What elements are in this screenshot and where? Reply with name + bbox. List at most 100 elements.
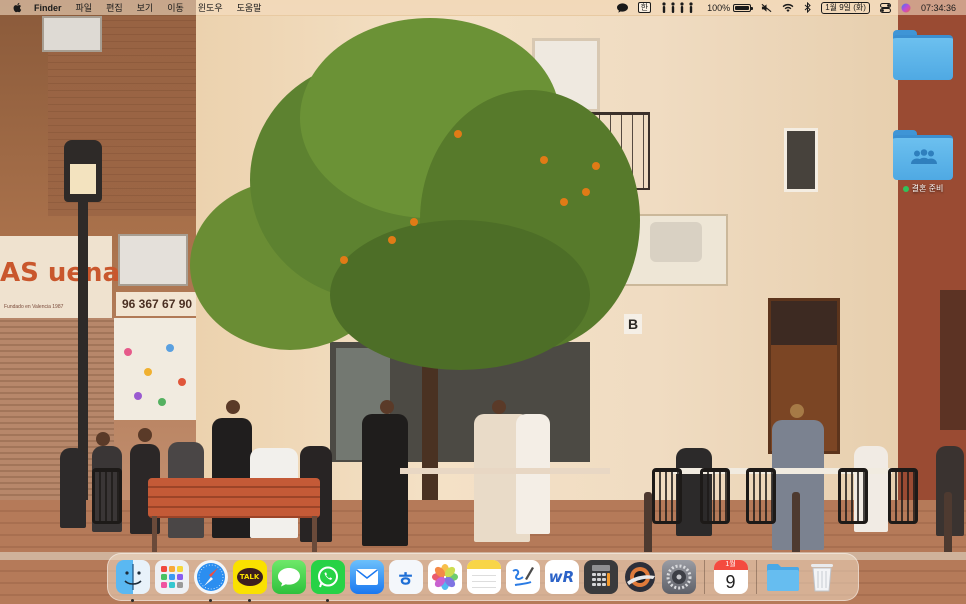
dock-app-messages[interactable] [271, 560, 306, 594]
dock-trash[interactable] [805, 560, 839, 594]
dock-app-notes[interactable] [466, 560, 501, 594]
dock-app-freeform[interactable] [505, 560, 540, 594]
people-status-icon[interactable] [661, 0, 697, 15]
finder-icon [115, 560, 150, 594]
clock-time[interactable]: 07:34:36 [921, 0, 956, 15]
mail-icon [349, 560, 384, 594]
menu-file[interactable]: 파일 [76, 1, 93, 14]
chat-bubble-icon[interactable] [616, 0, 628, 15]
messages-icon [271, 560, 306, 594]
dock-app-calendar[interactable]: 1월 9 [713, 560, 748, 594]
siri-icon[interactable] [901, 0, 911, 15]
wr-label: wR [548, 568, 575, 586]
whatsapp-icon [310, 560, 345, 594]
calendar-month: 1월 [713, 560, 748, 570]
downloads-folder-icon [766, 560, 800, 594]
wallpaper-air-conditioner [118, 234, 188, 286]
wallpaper-person [362, 414, 408, 546]
image-capture-icon [623, 560, 657, 594]
dock-downloads-folder[interactable] [766, 560, 800, 594]
calculator-icon [583, 560, 618, 594]
control-center-icon[interactable] [879, 0, 891, 15]
running-indicator [325, 599, 329, 602]
wallpaper-orange [454, 130, 462, 138]
menu-bar-left: Finder 파일 편집 보기 이동 윈도우 도움말 [0, 0, 275, 15]
desktop-folder-wedding-prep[interactable]: 결혼 준비 [892, 130, 954, 194]
safari-icon [193, 560, 228, 594]
wallpaper-person [60, 448, 86, 528]
shared-folder-icon [893, 130, 953, 180]
photos-icon [427, 560, 462, 594]
menu-view[interactable]: 보기 [137, 1, 154, 14]
wallpaper-bollard [792, 492, 800, 552]
launchpad-icon [154, 560, 189, 594]
hancom-label: ㅎ [396, 566, 415, 591]
dock-app-wr[interactable]: wR [544, 560, 579, 594]
wallpaper-sign-text: AS uena [0, 258, 121, 288]
dock-separator [704, 560, 705, 594]
freeform-icon [505, 560, 540, 594]
date-label: 1월 9일 (화) [821, 1, 870, 14]
desktop-folder-label: 결혼 준비 [902, 183, 944, 194]
menu-go[interactable]: 이동 [167, 1, 184, 14]
apple-logo-icon[interactable] [12, 2, 22, 13]
running-indicator [247, 599, 251, 602]
menu-bar-status: 한 100% 1월 9일 (화) 07:34:36 [616, 0, 956, 15]
menu-help[interactable]: 도움말 [237, 1, 262, 14]
menu-app-name[interactable]: Finder [34, 3, 62, 13]
menu-edit[interactable]: 편집 [106, 1, 123, 14]
dock-app-kakaotalk[interactable]: TALK [232, 560, 267, 602]
battery-status[interactable]: 100% [707, 0, 754, 15]
dock-app-calculator[interactable] [583, 560, 618, 594]
wallpaper-bollard [644, 492, 652, 552]
running-indicator [208, 599, 212, 602]
wallpaper-right-door [940, 290, 966, 430]
kakaotalk-icon: TALK [232, 560, 267, 594]
people-icon [911, 149, 937, 164]
menu-bar: Finder 파일 편집 보기 이동 윈도우 도움말 한 100% 1월 9일 … [0, 0, 966, 15]
mute-icon[interactable] [761, 0, 772, 15]
dock-app-system-settings[interactable] [661, 560, 696, 594]
wallpaper-chair [700, 468, 730, 524]
wallpaper-orange [560, 198, 568, 206]
dock-app-image-capture[interactable] [623, 560, 657, 594]
wallpaper-orange [582, 188, 590, 196]
wallpaper-sign-subtext: Fundado en Valencia 1987 [4, 304, 64, 310]
wallpaper-person [516, 414, 550, 534]
wallpaper-door-window [771, 301, 837, 345]
folder-name: 결혼 준비 [911, 184, 944, 193]
trash-icon [805, 560, 839, 594]
wallpaper-phone-text: 96 367 67 90 [122, 297, 193, 311]
wallpaper-lamp-glass [70, 164, 96, 194]
wallpaper-chair [746, 468, 776, 524]
wallpaper-bench-leg [152, 516, 157, 552]
input-source-indicator[interactable]: 한 [637, 0, 652, 15]
date-display[interactable]: 1월 9일 (화) [821, 0, 870, 15]
notes-icon [466, 560, 501, 594]
desktop-wallpaper: AS uena Fundado en Valencia 1987 96 367 … [0, 0, 966, 604]
kakaotalk-label: TALK [239, 573, 260, 581]
wallpaper-building-letter: B [624, 314, 642, 334]
dock-app-safari[interactable] [193, 560, 228, 602]
dock-app-whatsapp[interactable] [310, 560, 345, 602]
bluetooth-icon[interactable] [804, 0, 811, 15]
wr-icon: wR [544, 560, 579, 594]
wallpaper-chair [652, 468, 682, 524]
wifi-icon[interactable] [782, 0, 794, 15]
menu-window[interactable]: 윈도우 [198, 1, 223, 14]
dock-app-mail[interactable] [349, 560, 384, 594]
settings-icon [661, 560, 696, 594]
battery-percent: 100% [707, 2, 731, 13]
wallpaper-air-conditioner [42, 16, 102, 52]
dock-app-hancom[interactable]: ㅎ [388, 560, 423, 594]
wallpaper-ac-fan [650, 222, 702, 262]
wallpaper-head [492, 400, 506, 414]
battery-nub [751, 6, 754, 10]
dock-app-finder[interactable] [115, 560, 150, 602]
desktop-folder[interactable] [892, 30, 954, 83]
dock-app-photos[interactable] [427, 560, 462, 594]
folder-icon [893, 30, 953, 80]
dock-app-launchpad[interactable] [154, 560, 189, 594]
wallpaper-bollard [944, 492, 952, 552]
wallpaper-bench [148, 478, 320, 518]
